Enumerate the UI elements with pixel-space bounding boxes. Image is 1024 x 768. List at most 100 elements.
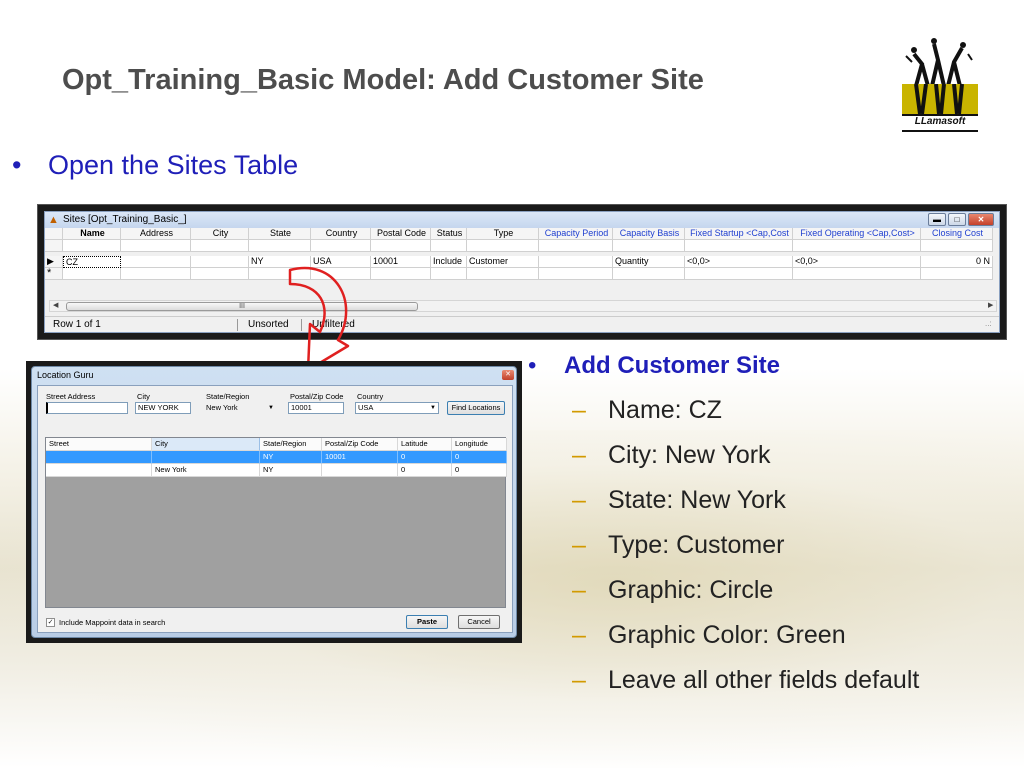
location-guru-dialog: Location Guru ✕ Street Address City Stat…: [31, 366, 517, 638]
list-cell[interactable]: New York: [152, 464, 260, 477]
cell-capacity-period[interactable]: [539, 256, 613, 268]
maximize-button[interactable]: □: [948, 213, 966, 226]
cell-address[interactable]: [121, 256, 191, 268]
list-cell[interactable]: [322, 464, 398, 477]
list-cell[interactable]: 0: [398, 464, 452, 477]
horizontal-scrollbar[interactable]: ◀ III ▶: [49, 300, 997, 312]
postal-input[interactable]: 10001: [288, 402, 344, 414]
country-select[interactable]: USA ▼: [355, 402, 439, 414]
col-header-capacity-basis[interactable]: Capacity Basis: [613, 228, 685, 240]
col-header-status[interactable]: Status: [431, 228, 467, 240]
col-header-state[interactable]: State: [249, 228, 311, 240]
cell-closing-cost[interactable]: 0 N: [921, 256, 993, 268]
cell-city[interactable]: [191, 256, 249, 268]
sites-titlebar: ▲ Sites [Opt_Training_Basic_] ▬ □ ✕: [45, 212, 999, 228]
list-cell[interactable]: 0: [398, 451, 452, 464]
checkmark-icon: ✓: [47, 619, 54, 626]
cell-capacity-basis[interactable]: Quantity: [613, 256, 685, 268]
list-item-text: City: New York: [608, 441, 771, 469]
list-col-postal[interactable]: Postal/Zip Code: [322, 438, 398, 451]
col-header-address[interactable]: Address: [121, 228, 191, 240]
table-cell[interactable]: [431, 268, 467, 280]
table-cell[interactable]: [121, 268, 191, 280]
dash-icon: –: [572, 576, 586, 604]
table-cell[interactable]: [793, 240, 921, 252]
list-item[interactable]: New York NY 0 0: [46, 464, 507, 477]
cancel-button[interactable]: Cancel: [458, 615, 500, 629]
cell-type[interactable]: Customer: [467, 256, 539, 268]
table-cell[interactable]: [467, 268, 539, 280]
list-cell[interactable]: [46, 464, 152, 477]
table-cell[interactable]: [613, 240, 685, 252]
table-cell[interactable]: [371, 268, 431, 280]
table-cell[interactable]: [467, 240, 539, 252]
table-cell[interactable]: [539, 240, 613, 252]
table-cell[interactable]: [63, 268, 121, 280]
table-cell[interactable]: [921, 268, 993, 280]
list-item-text: Leave all other fields default: [608, 666, 920, 694]
table-cell[interactable]: [613, 268, 685, 280]
list-col-city[interactable]: City: [152, 438, 260, 451]
state-select[interactable]: New York ▼: [203, 402, 277, 414]
list-cell[interactable]: 0: [452, 451, 507, 464]
scroll-right-icon[interactable]: ▶: [988, 301, 993, 311]
state-label: State/Region: [206, 392, 250, 401]
street-input[interactable]: [46, 402, 128, 414]
table-row[interactable]: ▶ CZ NY USA 10001 Include Customer Quant…: [45, 256, 999, 268]
list-cell[interactable]: 0: [452, 464, 507, 477]
city-label: City: [137, 392, 150, 401]
table-cell[interactable]: [793, 268, 921, 280]
col-header-city[interactable]: City: [191, 228, 249, 240]
resize-grip-icon[interactable]: ..:: [985, 319, 992, 328]
close-button[interactable]: ✕: [968, 213, 994, 226]
cell-fixed-startup[interactable]: <0,0>: [685, 256, 793, 268]
cell-status[interactable]: Include: [431, 256, 467, 268]
find-locations-button[interactable]: Find Locations: [447, 401, 505, 415]
col-header-fixed-operating[interactable]: Fixed Operating <Cap,Cost>: [793, 228, 921, 240]
table-cell[interactable]: [431, 240, 467, 252]
list-cell[interactable]: [46, 451, 152, 464]
list-cell[interactable]: NY: [260, 451, 322, 464]
cell-name[interactable]: CZ: [63, 256, 121, 268]
table-cell[interactable]: [121, 240, 191, 252]
list-cell[interactable]: [152, 451, 260, 464]
guru-close-button[interactable]: ✕: [502, 370, 514, 380]
table-cell[interactable]: [921, 240, 993, 252]
list-item-selected[interactable]: NY 10001 0 0: [46, 451, 507, 464]
col-header-postal-code[interactable]: Postal Code: [371, 228, 431, 240]
sites-window-frame: ▲ Sites [Opt_Training_Basic_] ▬ □ ✕ Name…: [38, 205, 1006, 339]
col-header-closing-cost[interactable]: Closing Cost: [921, 228, 993, 240]
table-cell[interactable]: [191, 268, 249, 280]
include-mappoint-label: Include Mappoint data in search: [59, 618, 166, 627]
col-header-name[interactable]: Name: [63, 228, 121, 240]
list-col-latitude[interactable]: Latitude: [398, 438, 452, 451]
col-header-type[interactable]: Type: [467, 228, 539, 240]
cell-fixed-operating[interactable]: <0,0>: [793, 256, 921, 268]
cell-postal-code[interactable]: 10001: [371, 256, 431, 268]
list-col-street[interactable]: Street: [46, 438, 152, 451]
col-header-fixed-startup[interactable]: Fixed Startup <Cap,Cost: [685, 228, 793, 240]
table-cell[interactable]: [63, 240, 121, 252]
col-header-country[interactable]: Country: [311, 228, 371, 240]
list-col-longitude[interactable]: Longitude: [452, 438, 507, 451]
locations-list: Street City State/Region Postal/Zip Code…: [45, 437, 507, 608]
table-cell[interactable]: [191, 240, 249, 252]
new-row[interactable]: *: [45, 268, 999, 280]
list-cell[interactable]: NY: [260, 464, 322, 477]
city-input[interactable]: NEW YORK: [135, 402, 191, 414]
list-cell[interactable]: 10001: [322, 451, 398, 464]
table-cell[interactable]: [539, 268, 613, 280]
col-header-capacity-period[interactable]: Capacity Period: [539, 228, 613, 240]
minimize-button[interactable]: ▬: [928, 213, 946, 226]
list-col-state[interactable]: State/Region: [260, 438, 322, 451]
row-header[interactable]: ▶: [45, 256, 63, 268]
table-cell[interactable]: [685, 268, 793, 280]
table-cell[interactable]: [249, 240, 311, 252]
include-mappoint-checkbox[interactable]: ✓: [46, 618, 55, 627]
table-cell[interactable]: [371, 240, 431, 252]
table-cell[interactable]: [685, 240, 793, 252]
paste-button[interactable]: Paste: [406, 615, 448, 629]
scroll-left-icon[interactable]: ◀: [53, 301, 58, 311]
table-cell[interactable]: [311, 240, 371, 252]
list-item-text: Graphic Color: Green: [608, 621, 846, 649]
